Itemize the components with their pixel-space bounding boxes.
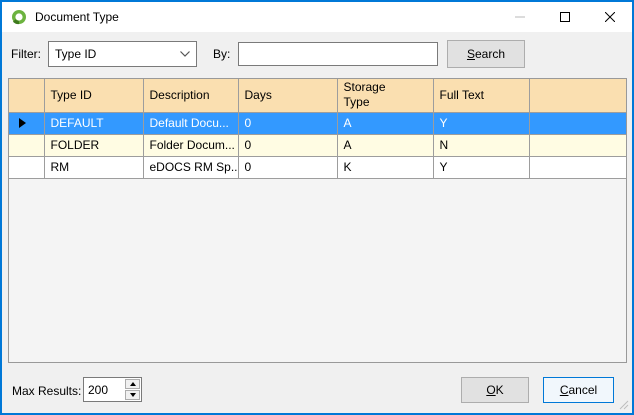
maximize-button[interactable] bbox=[542, 2, 587, 32]
by-input[interactable] bbox=[238, 42, 438, 66]
header-days[interactable]: Days bbox=[238, 79, 337, 112]
maximize-icon bbox=[560, 12, 570, 22]
max-results-input[interactable] bbox=[84, 378, 124, 401]
cell-days: 0 bbox=[238, 112, 337, 134]
spinner-down-button[interactable] bbox=[125, 390, 140, 400]
close-button[interactable] bbox=[587, 2, 632, 32]
arrow-up-icon bbox=[130, 382, 136, 386]
ok-button[interactable]: OK bbox=[461, 377, 529, 403]
cell-type-id: FOLDER bbox=[44, 134, 143, 156]
cell-type-id: DEFAULT bbox=[44, 112, 143, 134]
cell-extra bbox=[529, 156, 626, 178]
filter-label: Filter: bbox=[11, 47, 41, 61]
search-button[interactable]: Search bbox=[447, 40, 525, 68]
header-storage-type[interactable]: Storage Type bbox=[337, 79, 433, 112]
cell-storage-type: A bbox=[337, 112, 433, 134]
header-extra[interactable] bbox=[529, 79, 626, 112]
minimize-button[interactable] bbox=[497, 2, 542, 32]
grid-row-default[interactable]: DEFAULT Default Docu... 0 A Y bbox=[9, 112, 626, 134]
cell-days: 0 bbox=[238, 156, 337, 178]
spinner-up-button[interactable] bbox=[125, 379, 140, 389]
title-bar: Document Type bbox=[2, 2, 632, 32]
cancel-button[interactable]: Cancel bbox=[543, 377, 614, 403]
app-logo-icon bbox=[11, 9, 27, 25]
header-type-id[interactable]: Type ID bbox=[44, 79, 143, 112]
current-row-icon bbox=[19, 118, 26, 128]
document-type-grid: Type ID Description Days Storage Type Fu… bbox=[8, 78, 627, 363]
cell-extra bbox=[529, 134, 626, 156]
cell-days: 0 bbox=[238, 134, 337, 156]
header-row-selector bbox=[9, 79, 44, 112]
cell-storage-type: A bbox=[337, 134, 433, 156]
cell-description: Default Docu... bbox=[143, 112, 238, 134]
header-full-text[interactable]: Full Text bbox=[433, 79, 529, 112]
document-type-dialog: Document Type Filter: Type ID By: Search bbox=[0, 0, 634, 415]
row-selector-cell[interactable] bbox=[9, 134, 44, 156]
close-icon bbox=[605, 12, 615, 22]
cell-storage-type: K bbox=[337, 156, 433, 178]
chevron-down-icon bbox=[174, 51, 196, 57]
spinner-buttons bbox=[124, 378, 141, 401]
filter-dropdown-value: Type ID bbox=[49, 47, 174, 61]
caption-buttons bbox=[497, 2, 632, 32]
row-selector-cell[interactable] bbox=[9, 112, 44, 134]
cell-full-text: N bbox=[433, 134, 529, 156]
arrow-down-icon bbox=[130, 393, 136, 397]
max-results-label: Max Results: bbox=[12, 384, 81, 398]
cell-type-id: RM bbox=[44, 156, 143, 178]
max-results-spinner bbox=[83, 377, 142, 402]
grid-row-folder[interactable]: FOLDER Folder Docum... 0 A N bbox=[9, 134, 626, 156]
minimize-icon bbox=[515, 12, 525, 22]
header-description[interactable]: Description bbox=[143, 79, 238, 112]
by-label: By: bbox=[213, 47, 230, 61]
cell-description: eDOCS RM Sp... bbox=[143, 156, 238, 178]
window-title: Document Type bbox=[35, 10, 119, 24]
cell-description: Folder Docum... bbox=[143, 134, 238, 156]
row-selector-cell[interactable] bbox=[9, 156, 44, 178]
resize-grip[interactable] bbox=[617, 398, 629, 410]
cell-full-text: Y bbox=[433, 112, 529, 134]
cell-extra bbox=[529, 112, 626, 134]
filter-dropdown[interactable]: Type ID bbox=[48, 41, 197, 67]
grid-header-row: Type ID Description Days Storage Type Fu… bbox=[9, 79, 626, 112]
grid-row-rm[interactable]: RM eDOCS RM Sp... 0 K Y bbox=[9, 156, 626, 178]
cell-full-text: Y bbox=[433, 156, 529, 178]
